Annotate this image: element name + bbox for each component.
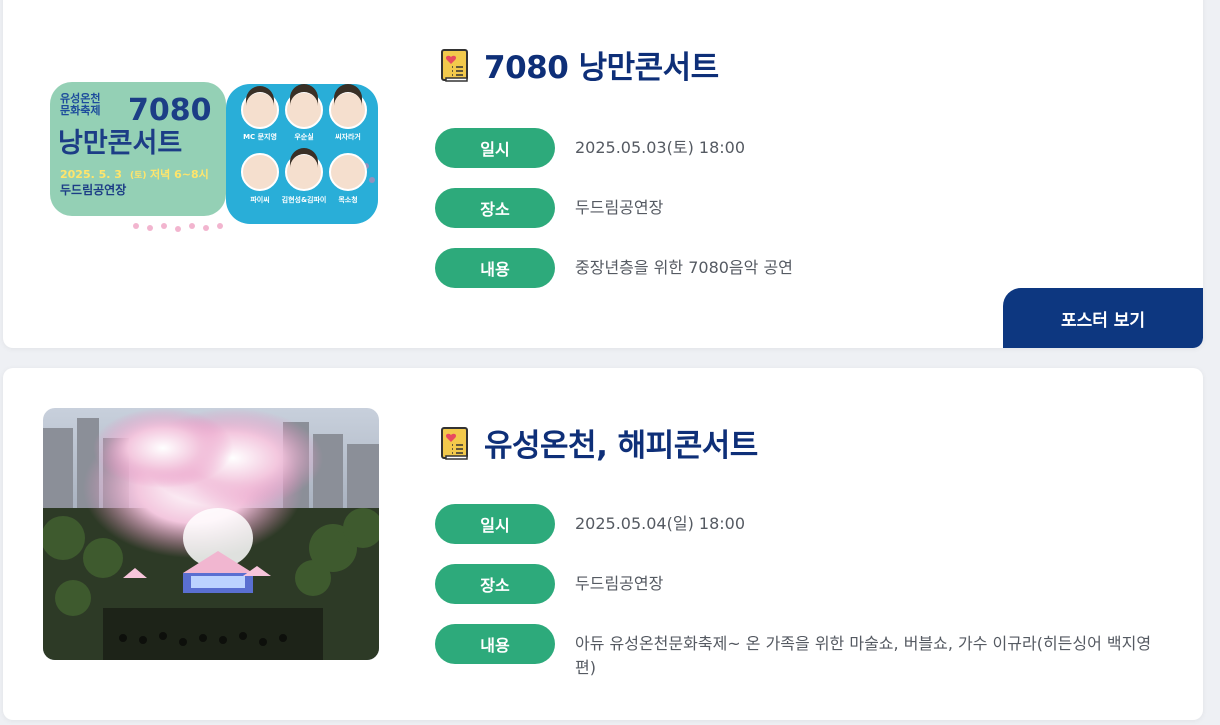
info-value-content: 중장년층을 위한 7080음악 공연 — [575, 258, 793, 277]
poster-name: 낭만콘서트 — [58, 128, 182, 159]
info-row-date: 일시 2025.05.04(일) 18:00 — [435, 504, 1155, 544]
poster-performer-6: 목소청 — [338, 195, 357, 204]
poster-number: 7080 — [128, 93, 212, 128]
book-heart-icon — [441, 426, 468, 460]
poster-venue: 두드림공연장 — [60, 182, 126, 197]
event-title: 7080 낭만콘서트 — [484, 50, 719, 86]
info-value-date: 2025.05.04(일) 18:00 — [575, 514, 746, 533]
event-poster-image[interactable]: 유성온천 문화축제 7080 낭만콘서트 2025. 5. 3 (토) 저녁 6~… — [46, 76, 382, 236]
book-heart-icon — [441, 48, 468, 82]
label-badge-venue: 장소 — [435, 188, 555, 228]
poster-time: 저녁 6~8시 — [150, 167, 209, 181]
concert-photo — [43, 408, 379, 660]
poster-performer-1: MC 문지영 — [243, 132, 277, 141]
info-value-venue: 두드림공연장 — [575, 198, 664, 217]
view-poster-button[interactable]: 포스터 보기 — [1003, 288, 1203, 348]
info-row-venue: 장소 두드림공연장 — [435, 188, 1155, 228]
event-title: 유성온천, 해피콘서트 — [484, 428, 758, 464]
event-title-row: 유성온천, 해피콘서트 — [440, 420, 758, 465]
poster-day: (토) — [130, 170, 147, 181]
poster-performer-5: 김현성&김파이 — [282, 195, 327, 204]
event-photo-image[interactable] — [43, 408, 379, 660]
poster-performer-3: 씨자라거 — [335, 132, 361, 141]
info-row-date: 일시 2025.05.03(토) 18:00 — [435, 128, 1155, 168]
poster-festival: 유성온천 문화축제 — [60, 91, 100, 117]
info-value-date: 2025.05.03(토) 18:00 — [575, 138, 746, 157]
event-title-row: 7080 낭만콘서트 — [440, 42, 719, 87]
event-card-happy-concert: 유성온천, 해피콘서트 일시 2025.05.04(일) 18:00 장소 두드… — [3, 368, 1203, 720]
poster-performer-4: 파이씨 — [250, 195, 269, 204]
info-row-content: 내용 중장년층을 위한 7080음악 공연 — [435, 248, 1155, 288]
info-row-content: 내용 아듀 유성온천문화축제~ 온 가족을 위한 마술쇼, 버블쇼, 가수 이규… — [435, 624, 1155, 680]
label-badge-date: 일시 — [435, 128, 555, 168]
label-badge-content: 내용 — [435, 248, 555, 288]
poster-performer-2: 우순실 — [294, 132, 313, 141]
info-value-venue: 두드림공연장 — [575, 574, 664, 593]
poster-date: 2025. 5. 3 — [60, 168, 122, 181]
label-badge-date: 일시 — [435, 504, 555, 544]
concert-poster: 유성온천 문화축제 7080 낭만콘서트 2025. 5. 3 (토) 저녁 6~… — [46, 76, 382, 236]
info-value-content: 아듀 유성온천문화축제~ 온 가족을 위한 마술쇼, 버블쇼, 가수 이규라(히… — [575, 634, 1152, 677]
label-badge-venue: 장소 — [435, 564, 555, 604]
label-badge-content: 내용 — [435, 624, 555, 664]
info-row-venue: 장소 두드림공연장 — [435, 564, 1155, 604]
event-card-7080: 유성온천 문화축제 7080 낭만콘서트 2025. 5. 3 (토) 저녁 6~… — [3, 0, 1203, 348]
